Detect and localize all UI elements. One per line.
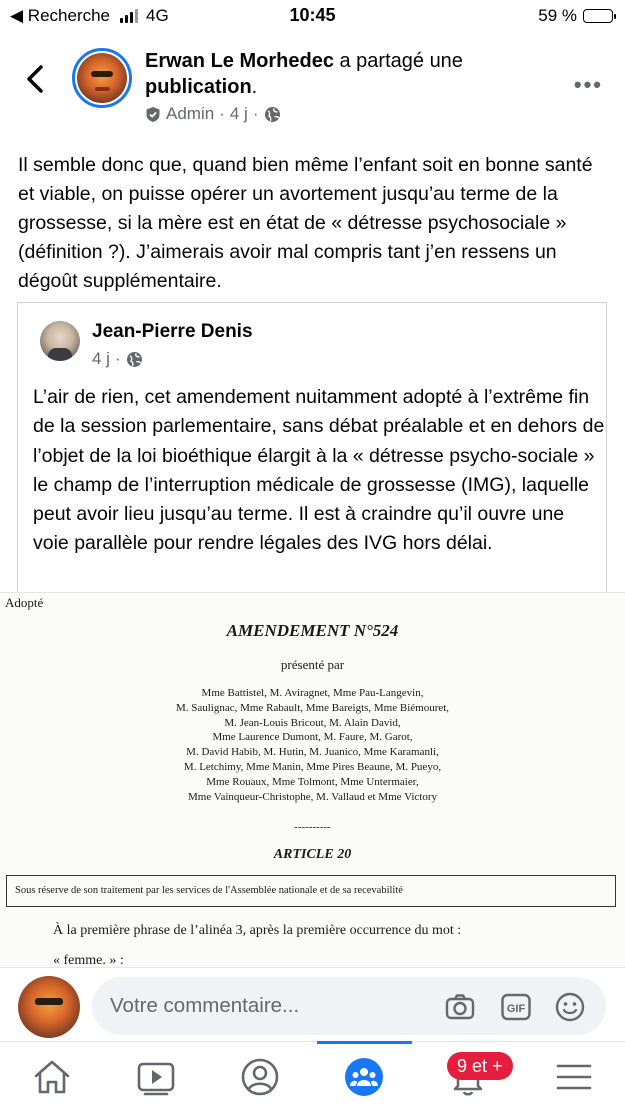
user-avatar bbox=[18, 976, 80, 1038]
meta-dot: · bbox=[114, 349, 121, 368]
meta-dot: · bbox=[219, 104, 225, 123]
doc-paragraph: À la première phrase de l’alinéa 3, aprè… bbox=[53, 923, 462, 938]
chevron-left-icon bbox=[27, 65, 43, 93]
shared-post-time[interactable]: 4 j bbox=[92, 349, 110, 369]
back-button[interactable] bbox=[22, 62, 50, 96]
author-avatar-image bbox=[77, 53, 127, 103]
doc-author-line: M. Jean-Louis Bricout, M. Alain David, bbox=[224, 716, 401, 729]
shared-action-text: a partagé une bbox=[333, 50, 463, 72]
doc-author-line: M. David Habib, M. Hutin, M. Juanico, Mm… bbox=[186, 746, 439, 759]
comment-input[interactable]: Votre commentaire... GIF bbox=[92, 977, 606, 1035]
profile-icon[interactable] bbox=[238, 1056, 282, 1098]
home-icon[interactable] bbox=[30, 1056, 74, 1098]
author-avatar[interactable] bbox=[72, 48, 132, 108]
battery-percent: 59 % bbox=[538, 6, 577, 25]
camera-icon[interactable] bbox=[444, 991, 476, 1023]
meta-dot: · bbox=[252, 104, 259, 123]
doc-quote: « femme. » : bbox=[53, 953, 124, 967]
battery-icon bbox=[583, 9, 616, 23]
header-title: Erwan Le Morhedec a partagé une publicat… bbox=[145, 48, 545, 100]
doc-article: ARTICLE 20 bbox=[273, 847, 352, 862]
groups-icon[interactable] bbox=[342, 1056, 386, 1098]
globe-icon bbox=[126, 351, 142, 367]
doc-presented-by: présenté par bbox=[280, 657, 345, 672]
svg-text:GIF: GIF bbox=[507, 1003, 526, 1015]
emoji-icon[interactable] bbox=[554, 991, 586, 1023]
shared-author-name[interactable]: Jean-Pierre Denis bbox=[92, 321, 253, 343]
header-meta: Admin · 4 j · bbox=[145, 104, 281, 124]
doc-separator: ---------- bbox=[294, 821, 331, 833]
shield-icon bbox=[146, 106, 160, 122]
admin-label: Admin bbox=[166, 104, 215, 123]
notification-badge: 9 et + bbox=[447, 1052, 513, 1080]
shared-meta: 4 j · bbox=[92, 349, 143, 369]
doc-authors: Mme Battistel, M. Aviragnet, Mme Pau-Lan… bbox=[0, 686, 625, 804]
bottom-nav: 9 et + bbox=[0, 1041, 625, 1111]
doc-author-line: Mme Rouaux, Mme Tolmont, Mme Untermaier, bbox=[206, 775, 419, 788]
gif-icon[interactable]: GIF bbox=[500, 991, 532, 1023]
globe-icon bbox=[264, 106, 280, 122]
doc-author-line: M. Letchimy, Mme Manin, Mme Pires Beaune… bbox=[183, 760, 442, 773]
doc-title: AMENDEMENT N°524 bbox=[226, 621, 399, 640]
more-options-button[interactable]: ••• bbox=[574, 72, 603, 98]
shared-post-text: L’air de rien, cet amendement nuitamment… bbox=[33, 386, 605, 555]
status-right: 59 % bbox=[538, 6, 616, 26]
shared-author-avatar[interactable] bbox=[40, 321, 80, 361]
doc-author-line: Mme Battistel, M. Aviragnet, Mme Pau-Lan… bbox=[201, 687, 424, 699]
shared-post[interactable]: Jean-Pierre Denis 4 j · L’air de rien, c… bbox=[17, 302, 607, 592]
doc-author-line: Mme Laurence Dumont, M. Faure, M. Garot, bbox=[212, 731, 413, 744]
amendment-document-image[interactable]: Adopté AMENDEMENT N°524 présenté par Mme… bbox=[0, 592, 625, 967]
comment-bar: Votre commentaire... GIF bbox=[0, 967, 625, 1041]
menu-icon[interactable] bbox=[552, 1056, 596, 1098]
status-time: 10:45 bbox=[289, 5, 336, 25]
comment-placeholder: Votre commentaire... bbox=[110, 994, 300, 1017]
doc-author-line: M. Saulignac, Mme Rabault, Mme Bareigts,… bbox=[175, 701, 450, 714]
video-icon[interactable] bbox=[134, 1056, 178, 1098]
post-time[interactable]: 4 j bbox=[230, 104, 248, 124]
doc-status: Adopté bbox=[5, 595, 44, 610]
publication-link[interactable]: publication bbox=[145, 76, 252, 98]
author-name[interactable]: Erwan Le Morhedec bbox=[145, 50, 334, 72]
doc-reserve-box: Sous réserve de son traitement par les s… bbox=[6, 875, 616, 907]
post-text: Il semble donc que, quand bien même l’en… bbox=[18, 154, 593, 292]
doc-author-line: Mme Vainqueur-Christophe, M. Vallaud et … bbox=[187, 790, 438, 803]
action-end: . bbox=[251, 76, 258, 98]
post-header: Erwan Le Morhedec a partagé une publicat… bbox=[0, 40, 625, 135]
active-tab-indicator bbox=[317, 1041, 412, 1044]
status-bar: ◀ Recherche 4G 10:45 59 % bbox=[0, 0, 625, 34]
